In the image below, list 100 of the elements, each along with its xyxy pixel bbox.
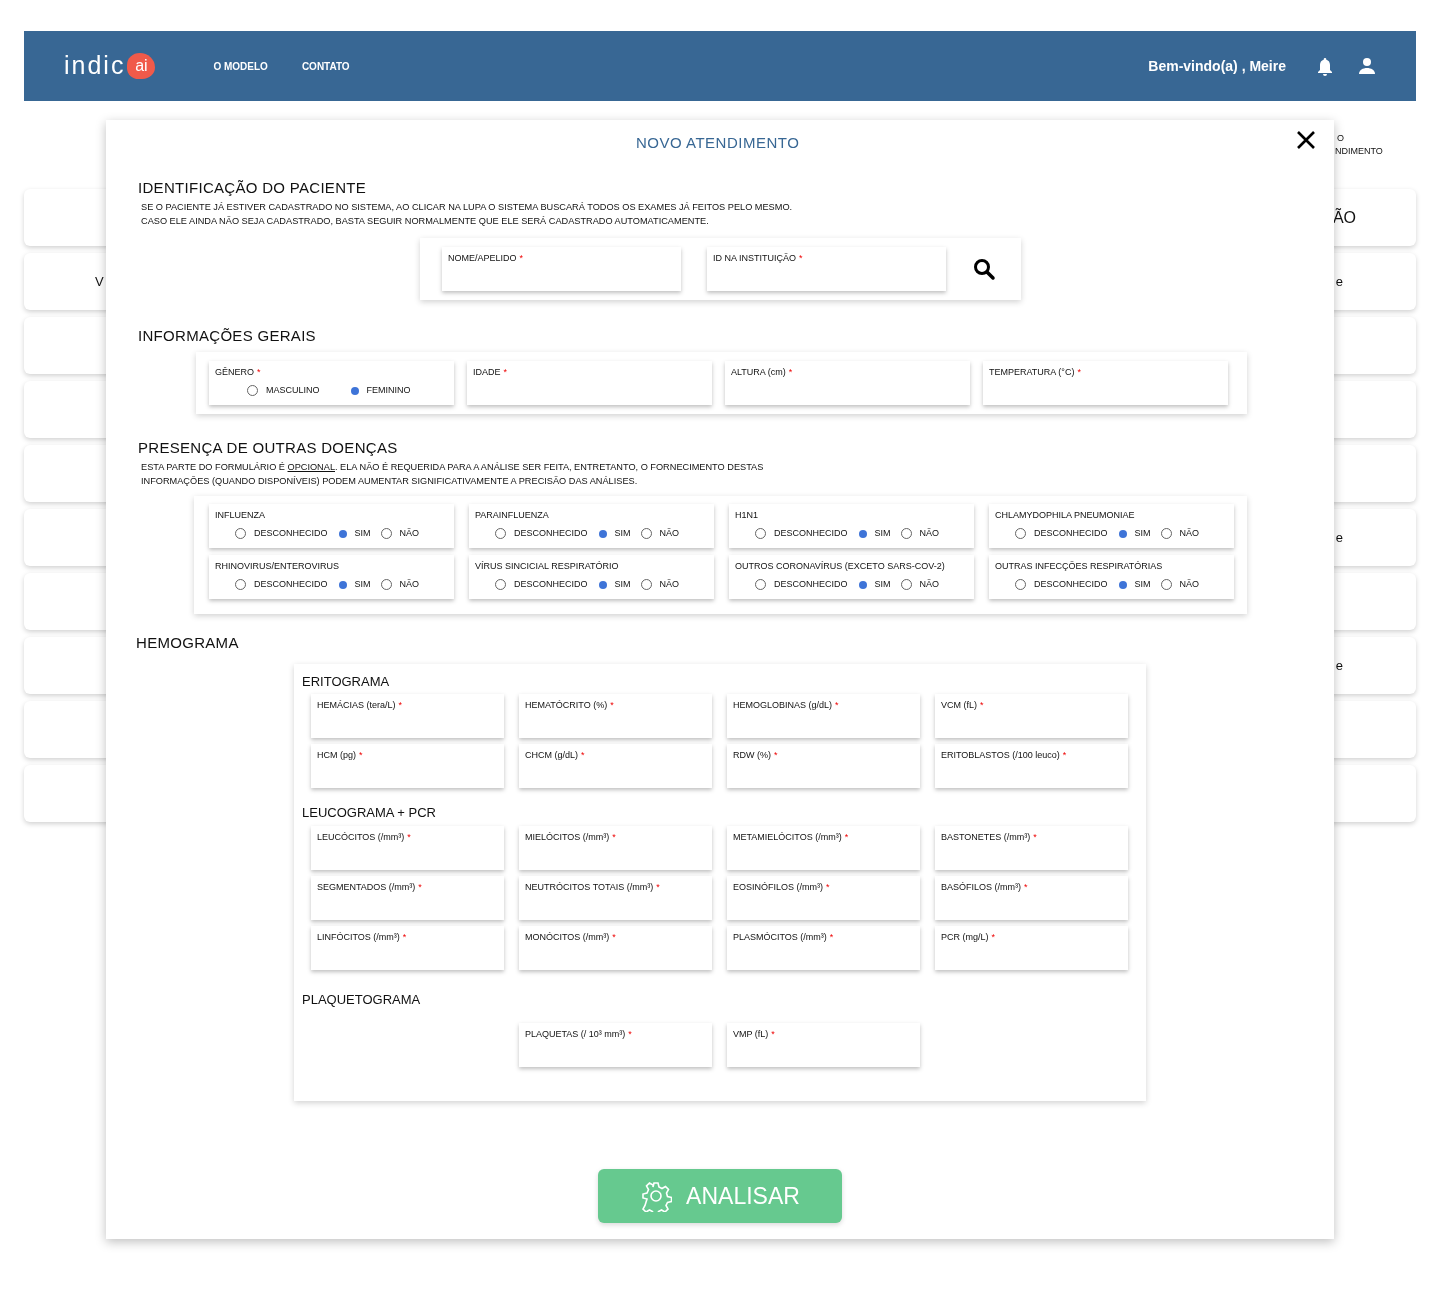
- radio-label: NÃO: [399, 578, 420, 591]
- radio-button[interactable]: [338, 580, 347, 589]
- input-field[interactable]: ERITOBLASTOS (/100 leuco) *: [935, 744, 1128, 789]
- field-label: PCR (mg/L) *: [941, 930, 997, 944]
- field-label: INFLUENZA: [215, 508, 266, 522]
- field-label: RHINOVIRUS/ENTEROVIRUS: [215, 559, 340, 573]
- radio-label: SIM: [354, 578, 371, 591]
- field-label: ID NA INSTITUIÇÃO *: [713, 251, 804, 265]
- input-field[interactable]: MONÓCITOS (/mm³) *: [519, 925, 712, 970]
- input-field[interactable]: VMP (fL) *: [727, 1023, 920, 1068]
- input-field[interactable]: SEGMENTADOS (/mm³) *: [311, 875, 504, 920]
- field-label: HCM (pg) *: [317, 749, 364, 763]
- radio-label: NÃO: [399, 527, 420, 540]
- radio-label: DESCONHECIDO: [514, 578, 588, 591]
- radio-label: DESCONHECIDO: [1034, 527, 1108, 540]
- radio-label: NÃO: [919, 527, 940, 540]
- group-heading: PLAQUETOGRAMA: [302, 991, 421, 1008]
- field-label: HEMOGLOBINAS (g/dL) *: [733, 699, 840, 713]
- section-heading: HEMOGRAMA: [136, 633, 239, 652]
- input-field[interactable]: PLAQUETAS (/ 10³ mm³) *: [519, 1023, 712, 1068]
- radio-button[interactable]: [350, 386, 359, 395]
- radio-button[interactable]: [858, 580, 867, 589]
- radio-label: DESCONHECIDO: [1034, 578, 1108, 591]
- field-label: OUTROS CORONAVÍRUS (EXCETO SARS-COV-2): [735, 559, 946, 573]
- input-field[interactable]: HEMOGLOBINAS (g/dL) *: [727, 694, 920, 739]
- input-field[interactable]: TEMPERATURA (°C) *: [983, 360, 1228, 405]
- field-label: HEMÁCIAS (tera/L) *: [317, 699, 404, 713]
- input-field[interactable]: CHCM (g/dL) *: [519, 744, 712, 789]
- input-field[interactable]: ID NA INSTITUIÇÃO *: [707, 246, 946, 291]
- logo-text: indic: [64, 50, 126, 82]
- input-field[interactable]: LEUCÓCITOS (/mm³) *: [311, 825, 504, 870]
- radio-button[interactable]: [1118, 529, 1127, 538]
- field-label: BASÓFILOS (/mm³) *: [941, 880, 1029, 894]
- field-label: IDADE *: [473, 365, 509, 379]
- input-field[interactable]: EOSINÓFILOS (/mm³) *: [727, 875, 920, 920]
- bell-icon[interactable]: [1316, 56, 1334, 76]
- section-heading: INFORMAÇÕES GERAIS: [138, 326, 316, 345]
- input-field[interactable]: RDW (%) *: [727, 744, 920, 789]
- radio-label: SIM: [354, 527, 371, 540]
- radio-label: NÃO: [659, 527, 680, 540]
- input-field[interactable]: HEMATÓCRITO (%) *: [519, 694, 712, 739]
- table-cell-text: e: [1335, 272, 1343, 291]
- field-label: RDW (%) *: [733, 749, 779, 763]
- input-field[interactable]: VCM (fL) *: [935, 694, 1128, 739]
- field-label: METAMIELÓCITOS (/mm³) *: [733, 830, 850, 844]
- input-field[interactable]: PCR (mg/L) *: [935, 925, 1128, 970]
- modal-title: NOVO ATENDIMENTO: [636, 133, 800, 153]
- field-label: LEUCÓCITOS (/mm³) *: [317, 830, 412, 844]
- radio-button[interactable]: [598, 529, 607, 538]
- input-field[interactable]: METAMIELÓCITOS (/mm³) *: [727, 825, 920, 870]
- nav-link[interactable]: CONTATO: [301, 58, 350, 74]
- description-text: ESTA PARTE DO FORMULÁRIO É OPCIONAL. ELA NÃO É REQUERIDA PARA A ANÁLISE SER FEITA, ENTRETANTO, O FORNECIMENTO DESTAS INFORMAÇÕES (QUANDO DISPONÍVEIS) PODEM AUMENTAR SIGNIFICATIVAMENTE A PRECISÃO DAS ANÁLISES.: [141, 460, 765, 488]
- table-cell-text: e: [1335, 656, 1343, 675]
- radio-button[interactable]: [1118, 580, 1127, 589]
- input-field[interactable]: IDADE *: [467, 360, 712, 405]
- input-field[interactable]: NOME/APELIDO *: [442, 246, 681, 291]
- radio-label: NÃO: [1179, 527, 1200, 540]
- radio-label: SIM: [1134, 578, 1151, 591]
- input-field[interactable]: HEMÁCIAS (tera/L) *: [311, 694, 504, 739]
- search-button[interactable]: [972, 256, 996, 281]
- field-label: PLASMÓCITOS (/mm³) *: [733, 930, 835, 944]
- radio-label: MASCULINO: [266, 384, 320, 397]
- radio-label: DESCONHECIDO: [254, 527, 328, 540]
- close-button[interactable]: [1296, 130, 1316, 150]
- input-field[interactable]: NEUTRÓCITOS TOTAIS (/mm³) *: [519, 875, 712, 920]
- input-field[interactable]: LINFÓCITOS (/mm³) *: [311, 925, 504, 970]
- field-label: BASTONETES (/mm³) *: [941, 830, 1038, 844]
- section-heading: PRESENÇA DE OUTRAS DOENÇAS: [138, 438, 398, 457]
- group-heading: LEUCOGRAMA + PCR: [302, 805, 436, 821]
- field-label: ALTURA (cm) *: [731, 365, 794, 379]
- description-text: SE O PACIENTE JÁ ESTIVER CADASTRADO NO SISTEMA, AO CLICAR NA LUPA O SISTEMA BUSCARÁ TODOS OS EXAMES JÁ FEITOS PELO MESMO. CASO ELE AINDA NÃO SEJA CADASTRADO, BASTA SEGUIR NORMALMENTE QUE ELE SERÁ CADASTRADO AUTOMATICAMENTE.: [141, 200, 794, 228]
- field-label: VÍRUS SINCICIAL RESPIRATÓRIO: [475, 559, 620, 573]
- radio-button[interactable]: [858, 529, 867, 538]
- user-icon[interactable]: [1358, 57, 1376, 75]
- field-label: NEUTRÓCITOS TOTAIS (/mm³) *: [525, 880, 661, 894]
- field-label: CHCM (g/dL) *: [525, 749, 586, 763]
- nav-link[interactable]: O MODELO: [213, 58, 268, 74]
- field-label: VCM (fL) *: [941, 699, 985, 713]
- input-field[interactable]: BASTONETES (/mm³) *: [935, 825, 1128, 870]
- input-field[interactable]: ALTURA (cm) *: [725, 360, 970, 405]
- table-cell-text: ÃO: [1332, 207, 1356, 228]
- radio-label: DESCONHECIDO: [514, 527, 588, 540]
- field-label: MONÓCITOS (/mm³) *: [525, 930, 617, 944]
- table-cell-text: V: [95, 272, 104, 291]
- radio-label: SIM: [874, 527, 891, 540]
- input-field[interactable]: BASÓFILOS (/mm³) *: [935, 875, 1128, 920]
- section-heading: IDENTIFICAÇÃO DO PACIENTE: [138, 178, 367, 197]
- field-label: LINFÓCITOS (/mm³) *: [317, 930, 408, 944]
- radio-button[interactable]: [598, 580, 607, 589]
- radio-label: SIM: [614, 578, 631, 591]
- radio-button[interactable]: [338, 529, 347, 538]
- input-field[interactable]: MIELÓCITOS (/mm³) *: [519, 825, 712, 870]
- field-label: TEMPERATURA (°C) *: [989, 365, 1082, 379]
- welcome-text: Bem-vindo(a) , Meire: [1148, 56, 1286, 76]
- input-field[interactable]: HCM (pg) *: [311, 744, 504, 789]
- field-label: GÊNERO *: [215, 365, 262, 379]
- gear-icon: [640, 1180, 673, 1212]
- field-label: SEGMENTADOS (/mm³) *: [317, 880, 423, 894]
- button-label[interactable]: O NDIMENTO: [1335, 132, 1383, 158]
- input-field[interactable]: PLASMÓCITOS (/mm³) *: [727, 925, 920, 970]
